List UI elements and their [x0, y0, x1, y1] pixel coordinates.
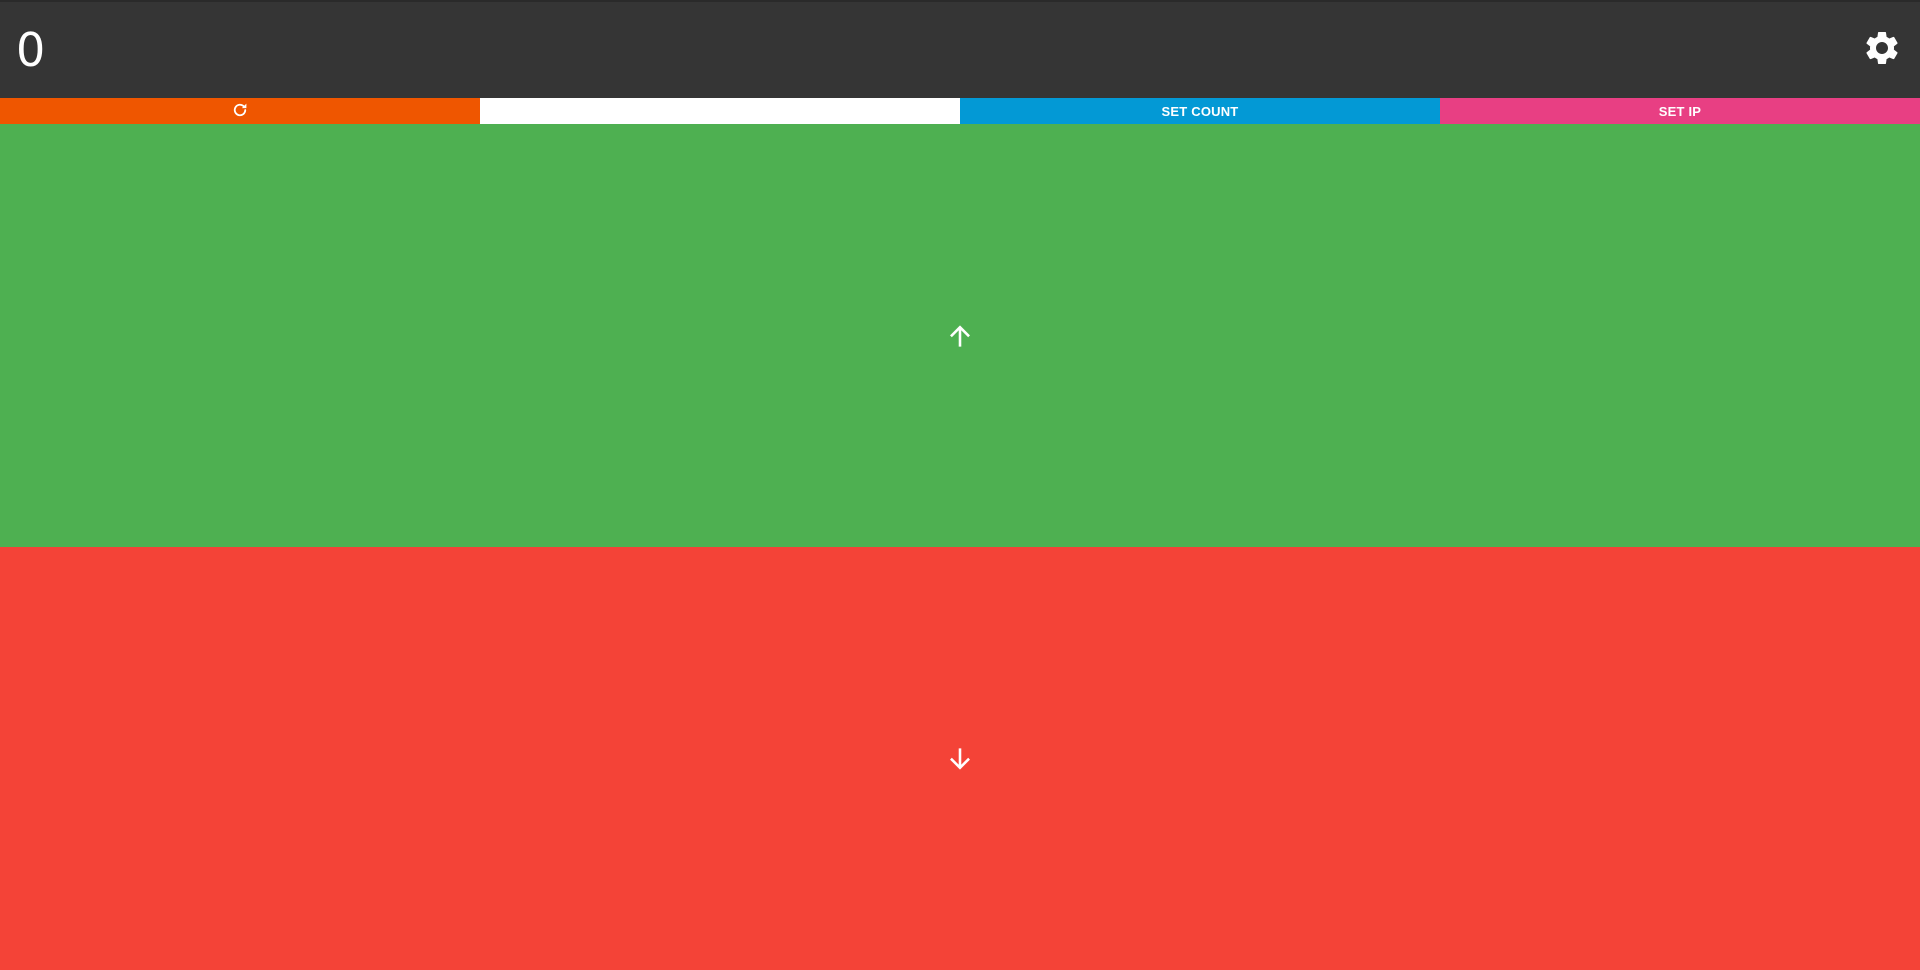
arrow-down-icon [946, 745, 974, 773]
set-count-button[interactable]: SET COUNT [960, 98, 1440, 124]
decrement-pad[interactable] [0, 547, 1920, 970]
refresh-icon [231, 101, 249, 122]
reset-button[interactable] [0, 98, 480, 124]
toolbar: SET COUNT SET IP [0, 98, 1920, 124]
gear-icon [1862, 28, 1902, 73]
header-bar: 0 [0, 0, 1920, 98]
increment-pad[interactable] [0, 124, 1920, 547]
arrow-up-icon [946, 322, 974, 350]
counter-app: 0 SET COUNT SET IP [0, 0, 1920, 970]
count-display: 0 [16, 23, 46, 77]
set-ip-button[interactable]: SET IP [1440, 98, 1920, 124]
count-input[interactable] [480, 98, 960, 124]
settings-button[interactable] [1860, 28, 1904, 72]
